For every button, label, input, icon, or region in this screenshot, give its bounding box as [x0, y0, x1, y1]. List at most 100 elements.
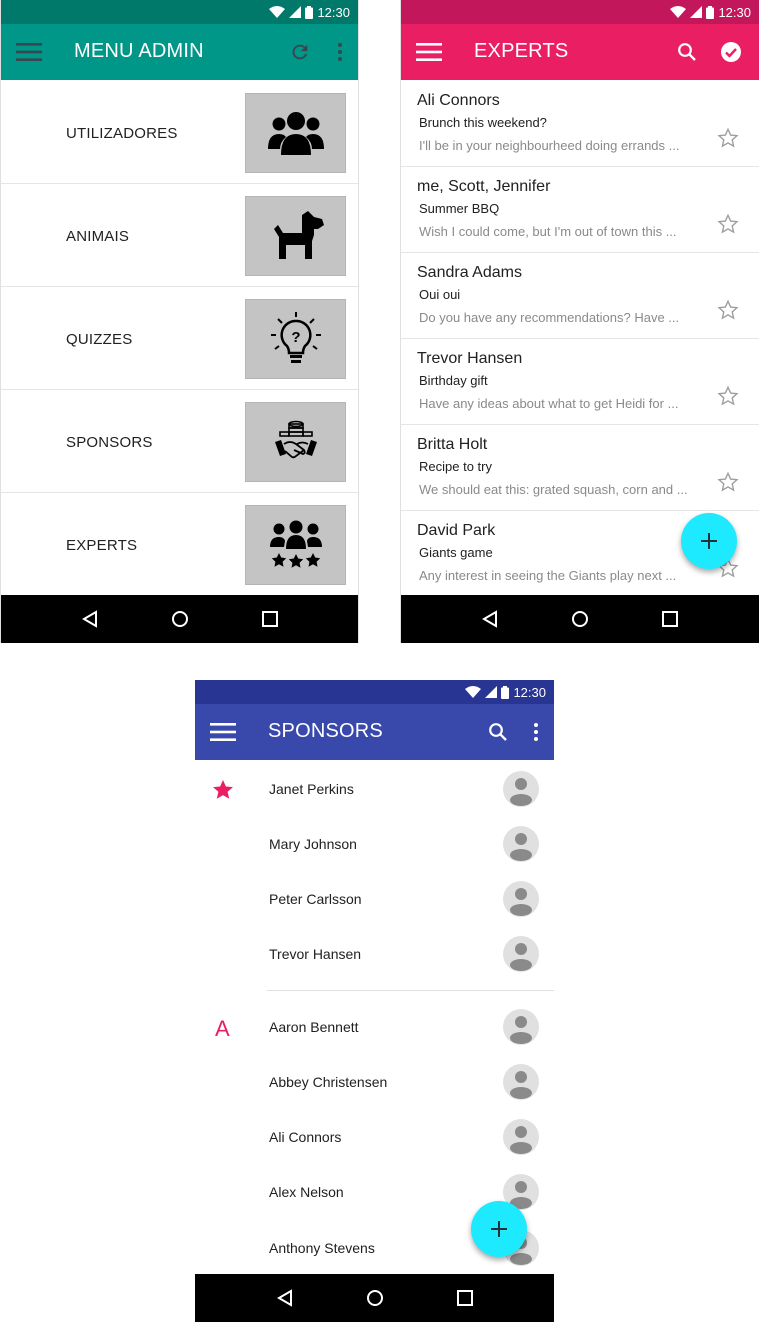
list-item[interactable]: Trevor Hansen [195, 926, 554, 981]
list-item[interactable]: Ali Connors [195, 1109, 554, 1164]
recents-square-icon [456, 1290, 473, 1306]
person-icon [510, 1071, 532, 1099]
menu-button[interactable] [401, 24, 457, 80]
email-preview: Any interest in seeing the Giants play n… [419, 568, 677, 583]
person-icon [510, 1126, 532, 1154]
email-subject: Oui oui [419, 287, 461, 302]
search-icon [489, 723, 507, 741]
coins-handshake-icon [274, 420, 317, 459]
star-outline-icon[interactable] [717, 127, 739, 149]
back-button[interactable] [76, 605, 104, 633]
menu-button[interactable] [1, 24, 57, 80]
more-options-button[interactable] [520, 704, 552, 760]
email-subject: Recipe to try [419, 459, 492, 474]
system-nav-bar [1, 595, 358, 643]
add-expert-fab[interactable] [681, 513, 737, 569]
star-outline-icon[interactable] [717, 471, 739, 493]
person-icon [510, 1016, 532, 1044]
admin-item-thumbnail [245, 93, 346, 173]
email-subject: Summer BBQ [419, 201, 500, 216]
email-sender: Ali Connors [417, 92, 500, 109]
star-outline-icon[interactable] [717, 299, 739, 321]
star-outline-icon[interactable] [717, 385, 739, 407]
admin-item-label: UTILIZADORES [66, 125, 178, 142]
app-bar: MENU ADMIN [1, 24, 358, 80]
contact-name: Peter Carlsson [269, 891, 362, 907]
home-button[interactable] [166, 605, 194, 633]
list-item[interactable]: Abbey Christensen [195, 1054, 554, 1109]
back-triangle-icon [276, 1289, 292, 1307]
recents-button[interactable] [256, 605, 284, 633]
email-sender: Trevor Hansen [417, 350, 523, 367]
add-sponsor-fab[interactable] [471, 1201, 527, 1257]
admin-item-label: QUIZZES [66, 331, 133, 348]
recents-button[interactable] [656, 605, 684, 633]
email-subject: Brunch this weekend? [419, 115, 547, 130]
admin-item-quizzes[interactable]: QUIZZES ? [1, 287, 358, 390]
refresh-icon [292, 44, 308, 60]
done-button[interactable] [709, 24, 753, 80]
wifi-icon [465, 686, 482, 698]
email-sender: Britta Holt [417, 436, 488, 453]
lightbulb-question-icon: ? [270, 312, 321, 363]
hamburger-icon [416, 43, 442, 61]
email-preview: Do you have any recommendations? Have ..… [419, 310, 680, 325]
list-item[interactable]: Sandra Adams Oui oui Do you have any rec… [401, 253, 759, 339]
list-item[interactable]: Trevor Hansen Birthday gift Have any ide… [401, 339, 759, 425]
email-preview: We should eat this: grated squash, corn … [419, 482, 688, 497]
status-bar: 12:30 [195, 680, 554, 704]
list-item[interactable]: Aaron Bennett [195, 999, 554, 1054]
back-button[interactable] [476, 605, 504, 633]
status-time: 12:30 [317, 4, 350, 20]
search-button[interactable] [665, 24, 709, 80]
signal-icon [690, 6, 703, 18]
recents-square-icon [662, 611, 678, 627]
contact-name: Anthony Stevens [269, 1240, 375, 1256]
menu-button[interactable] [195, 704, 251, 760]
person-icon [510, 888, 532, 916]
list-item[interactable]: Ali Connors Brunch this weekend? I'll be… [401, 81, 759, 167]
admin-item-thumbnail: ? [245, 299, 346, 379]
battery-icon [706, 5, 715, 19]
contact-name: Aaron Bennett [269, 1019, 359, 1035]
email-sender: Sandra Adams [417, 264, 522, 281]
experts-screen: 12:30 EXPERTS Ali Connors Brunch this we… [400, 0, 759, 643]
battery-icon [305, 5, 314, 19]
page-title: MENU ADMIN [74, 40, 204, 62]
page-title: EXPERTS [474, 40, 569, 62]
avatar [503, 1064, 539, 1100]
admin-item-utilizadores[interactable]: UTILIZADORES [1, 81, 358, 184]
list-item[interactable]: me, Scott, Jennifer Summer BBQ Wish I co… [401, 167, 759, 253]
recents-button[interactable] [451, 1284, 479, 1312]
star-outline-icon[interactable] [717, 213, 739, 235]
list-item[interactable]: Peter Carlsson [195, 871, 554, 926]
system-nav-bar [195, 1274, 554, 1322]
wifi-icon [670, 6, 687, 18]
battery-icon [501, 685, 510, 699]
admin-item-thumbnail [245, 505, 346, 585]
recents-square-icon [261, 611, 278, 627]
admin-screen: 12:30 MENU ADMIN UTILIZADORES ANIMAIS QU… [0, 0, 359, 643]
back-button[interactable] [271, 1284, 299, 1312]
admin-item-sponsors[interactable]: SPONSORS [1, 390, 358, 493]
refresh-button[interactable] [278, 24, 322, 80]
admin-item-animais[interactable]: ANIMAIS [1, 184, 358, 287]
signal-icon [485, 686, 498, 698]
more-vert-icon [534, 723, 538, 741]
app-bar: SPONSORS [195, 704, 554, 760]
page-title: SPONSORS [268, 720, 383, 742]
admin-item-label: ANIMAIS [66, 228, 130, 245]
home-button[interactable] [361, 1284, 389, 1312]
check-circle-icon [721, 42, 741, 62]
list-item[interactable]: Janet Perkins [195, 761, 554, 816]
admin-item-experts[interactable]: EXPERTS [1, 493, 358, 596]
svg-text:?: ? [291, 329, 300, 346]
admin-item-thumbnail [245, 196, 346, 276]
more-options-button[interactable] [322, 24, 358, 80]
list-item[interactable]: Britta Holt Recipe to try We should eat … [401, 425, 759, 511]
list-item[interactable]: Mary Johnson [195, 816, 554, 871]
search-button[interactable] [476, 704, 520, 760]
section-divider [267, 990, 554, 991]
home-button[interactable] [566, 605, 594, 633]
contact-name: Alex Nelson [269, 1184, 344, 1200]
